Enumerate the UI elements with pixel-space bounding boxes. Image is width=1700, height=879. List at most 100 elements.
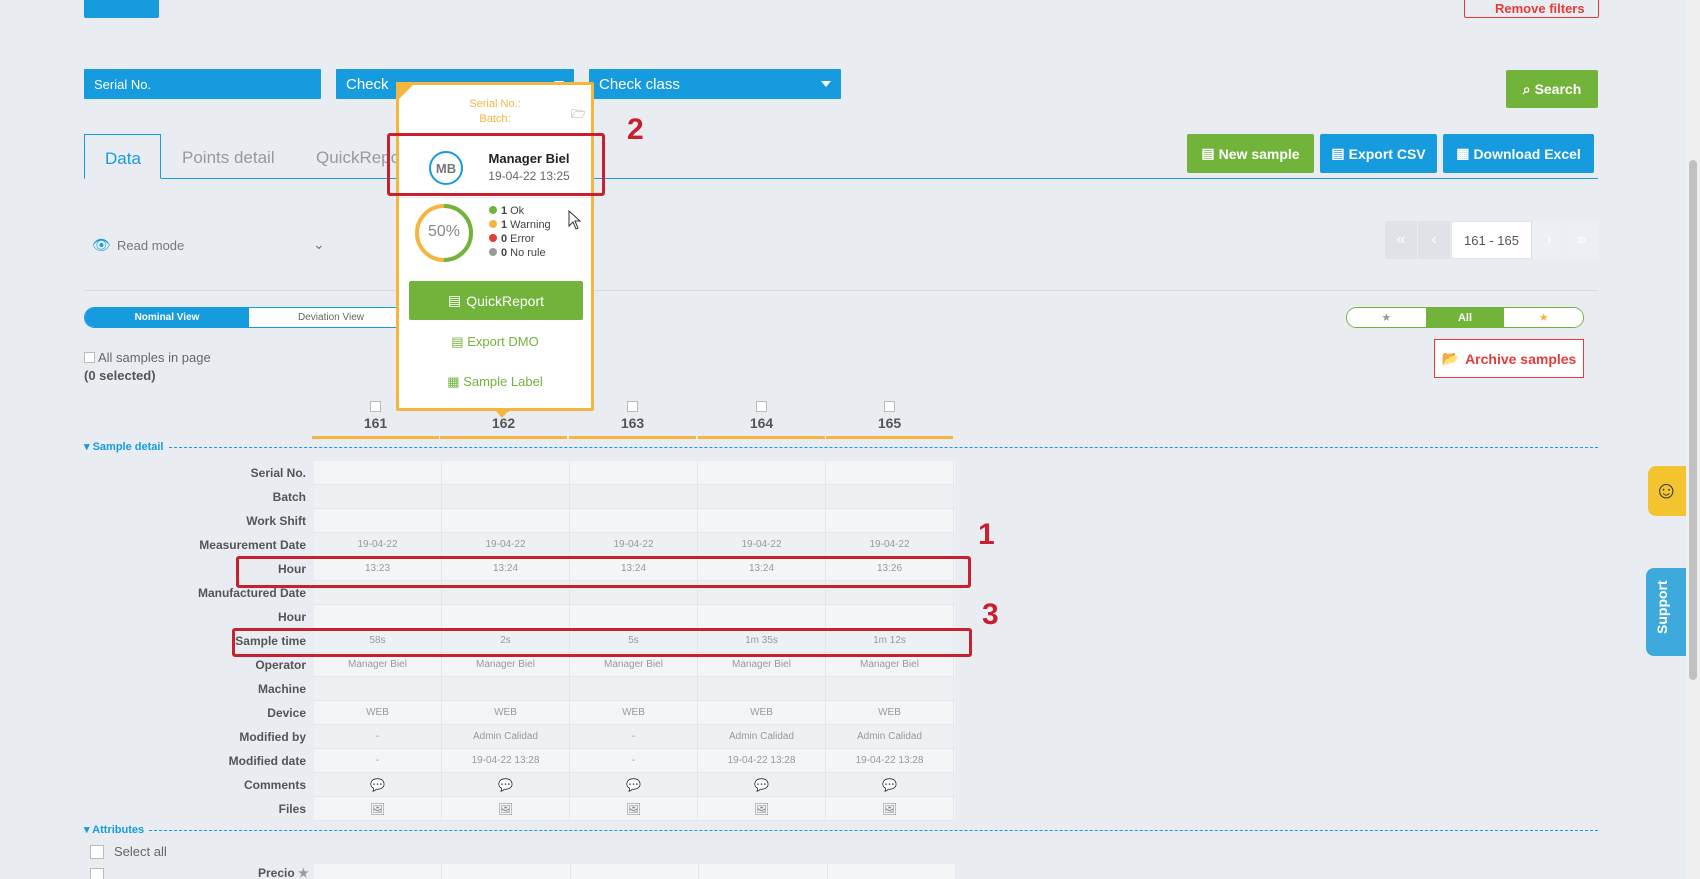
attributes-toggle[interactable]: ▾ Attributes bbox=[84, 823, 148, 836]
export-dmo-label: Export DMO bbox=[467, 334, 539, 349]
column-checkbox[interactable] bbox=[756, 401, 767, 412]
table-cell: 19-04-22 13:28 bbox=[826, 749, 954, 772]
chevron-down-icon[interactable]: ⌄ bbox=[313, 236, 325, 253]
table-cell[interactable]: 🖼 bbox=[570, 797, 698, 820]
read-mode-dropdown[interactable]: 👁 Read mode bbox=[92, 236, 184, 254]
select-all-checkbox[interactable] bbox=[90, 844, 104, 859]
top-apply-button[interactable] bbox=[84, 0, 159, 18]
table-cell: 19-04-22 13:28 bbox=[698, 749, 826, 772]
chevron-left-icon: ‹ bbox=[1431, 231, 1437, 248]
scrollbar[interactable] bbox=[1686, 0, 1700, 879]
column-number: 161 bbox=[363, 415, 388, 431]
table-cell bbox=[314, 509, 442, 532]
qrcode-icon: ▦ bbox=[447, 374, 460, 389]
support-button[interactable]: Support bbox=[1646, 568, 1688, 656]
table-cell: WEB bbox=[442, 701, 570, 724]
table-cell bbox=[826, 485, 954, 508]
scrollbar-thumb[interactable] bbox=[1689, 160, 1697, 680]
table-cell[interactable]: 🖼 bbox=[314, 797, 442, 820]
table-cell[interactable]: 💬 bbox=[570, 773, 698, 796]
column-header-164[interactable]: 164 bbox=[698, 401, 825, 439]
check-select-label: Check bbox=[346, 76, 389, 93]
table-cell bbox=[570, 509, 698, 532]
table-cell[interactable]: 💬 bbox=[314, 773, 442, 796]
read-mode-label: Read mode bbox=[117, 237, 185, 253]
export-dmo-link[interactable]: ▤ Export DMO bbox=[399, 334, 591, 350]
nominal-view-button[interactable]: Nominal View bbox=[85, 308, 249, 327]
table-cell: Admin Calidad bbox=[826, 725, 954, 748]
new-sample-button[interactable]: ▤ New sample bbox=[1187, 134, 1314, 173]
view-switch[interactable]: Nominal View Deviation View bbox=[84, 307, 414, 328]
deviation-view-button[interactable]: Deviation View bbox=[249, 308, 413, 327]
table-row: 💬 💬 💬 💬 💬 bbox=[314, 773, 955, 797]
row-label: Operator bbox=[255, 658, 306, 672]
column-header-165[interactable]: 165 bbox=[826, 401, 953, 439]
table-cell[interactable]: 💬 bbox=[698, 773, 826, 796]
popup-pointer bbox=[495, 410, 509, 418]
chevron-down-icon bbox=[821, 81, 831, 87]
row-label: Modified date bbox=[228, 754, 306, 768]
folder-icon[interactable]: 🗁 bbox=[571, 105, 586, 126]
star-gray-icon[interactable]: ★ bbox=[1347, 308, 1426, 327]
table-cell[interactable]: 🖼 bbox=[698, 797, 826, 820]
serial-no-input[interactable]: Serial No. bbox=[84, 69, 321, 99]
table-row bbox=[314, 461, 955, 485]
stat-count: 0 bbox=[501, 233, 508, 245]
sample-label-link[interactable]: ▦ Sample Label bbox=[399, 374, 591, 390]
column-number: 164 bbox=[749, 415, 774, 431]
table-cell bbox=[570, 461, 698, 484]
all-samples-checkbox-row[interactable]: All samples in page bbox=[84, 350, 211, 365]
table-cell[interactable]: 💬 bbox=[826, 773, 954, 796]
archive-samples-button[interactable]: 📂 Archive samples bbox=[1434, 339, 1584, 378]
next-page-button[interactable]: › bbox=[1533, 221, 1565, 259]
tab-points-detail-label: Points detail bbox=[182, 148, 275, 167]
row-label: Work Shift bbox=[246, 514, 306, 528]
page-range-input[interactable]: 161 - 165 bbox=[1451, 221, 1532, 259]
table-row bbox=[314, 605, 955, 629]
stat-label: Warning bbox=[510, 219, 551, 231]
search-button[interactable]: ⌕ Search bbox=[1506, 70, 1598, 108]
last-page-button[interactable]: » bbox=[1566, 221, 1598, 259]
row-label: Comments bbox=[243, 778, 306, 792]
check-class-select[interactable]: Check class bbox=[589, 69, 841, 99]
select-all-row[interactable]: Select all bbox=[90, 844, 167, 859]
table-cell bbox=[698, 509, 826, 532]
remove-filters-button[interactable]: Remove filters bbox=[1464, 0, 1599, 18]
table-cell[interactable]: 🖼 bbox=[442, 797, 570, 820]
download-excel-button[interactable]: ▦ Download Excel bbox=[1443, 134, 1594, 173]
star-filter-switch[interactable]: ★ All ★ bbox=[1346, 307, 1584, 328]
table-cell[interactable]: 🖼 bbox=[826, 797, 954, 820]
pdf-icon: ▤ bbox=[447, 292, 462, 308]
table-row bbox=[314, 677, 955, 701]
divider bbox=[84, 290, 1598, 291]
star-icon[interactable]: ★ bbox=[298, 866, 309, 879]
archive-samples-label: Archive samples bbox=[1465, 350, 1577, 367]
feedback-button[interactable]: ☺ bbox=[1648, 466, 1688, 516]
all-samples-checkbox[interactable] bbox=[84, 352, 95, 363]
column-checkbox[interactable] bbox=[627, 401, 638, 412]
precio-checkbox[interactable] bbox=[90, 868, 104, 879]
table-cell bbox=[570, 677, 698, 700]
percent-label: 50% bbox=[427, 223, 461, 240]
double-chevron-left-icon: « bbox=[1396, 231, 1406, 248]
column-checkbox[interactable] bbox=[884, 401, 895, 412]
table-cell bbox=[442, 509, 570, 532]
prev-page-button[interactable]: ‹ bbox=[1418, 221, 1450, 259]
quickreport-button[interactable]: ▤ QuickReport bbox=[409, 281, 583, 320]
column-checkbox[interactable] bbox=[370, 401, 381, 412]
stat-line: 1 Warning bbox=[489, 218, 551, 232]
row-label: Device bbox=[267, 706, 306, 720]
export-csv-button[interactable]: ▤ Export CSV bbox=[1320, 134, 1437, 173]
tab-points-detail[interactable]: Points detail bbox=[162, 134, 295, 179]
star-yellow-icon[interactable]: ★ bbox=[1504, 308, 1583, 327]
sample-detail-toggle[interactable]: ▾ Sample detail bbox=[84, 440, 167, 453]
table-cell[interactable]: 💬 bbox=[442, 773, 570, 796]
row-label: Batch bbox=[272, 490, 306, 504]
first-page-button[interactable]: « bbox=[1385, 221, 1417, 259]
table-cell: - bbox=[570, 749, 698, 772]
row-label: Files bbox=[278, 802, 306, 816]
tab-data[interactable]: Data bbox=[84, 134, 161, 179]
check-class-label: Check class bbox=[599, 76, 680, 93]
sample-popup: Serial No.: Batch: 🗁 MB Manager Biel 19-… bbox=[396, 82, 594, 411]
star-filter-all[interactable]: All bbox=[1425, 308, 1505, 327]
